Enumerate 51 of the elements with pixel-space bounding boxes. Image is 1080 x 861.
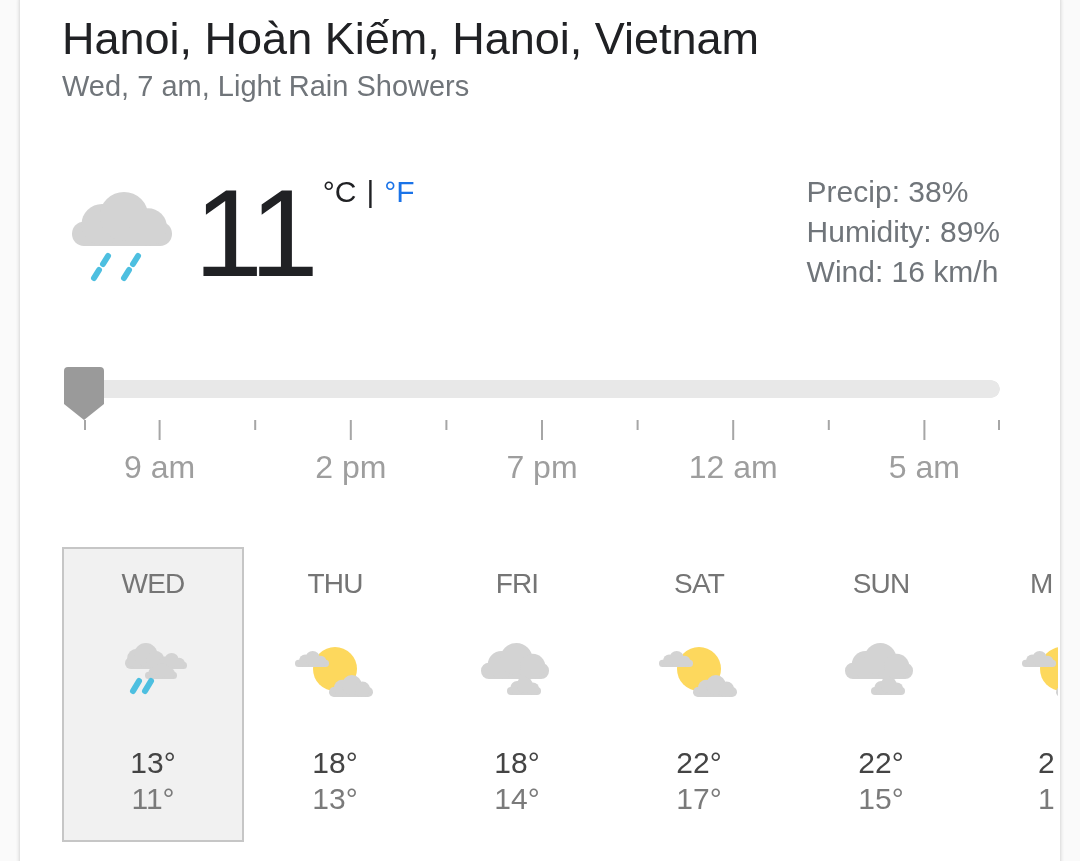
tick-mark bbox=[445, 420, 448, 430]
weather-detail: Wind: 16 km/h bbox=[806, 254, 999, 290]
high-temperature: 22° bbox=[676, 745, 722, 781]
tick-mark bbox=[998, 420, 1000, 430]
day-label: THU bbox=[307, 567, 363, 601]
tick-mark bbox=[158, 420, 161, 440]
low-temperature: 11° bbox=[131, 781, 175, 817]
day-card[interactable]: THU 18° 13° bbox=[244, 547, 426, 842]
high-temperature: 18° bbox=[312, 745, 358, 781]
temperature-value: 11 bbox=[194, 171, 315, 295]
tick-mark bbox=[254, 420, 257, 430]
tick-mark bbox=[349, 420, 352, 440]
low-temperature: 1 bbox=[1038, 781, 1055, 817]
hour-label: 7 pm bbox=[506, 449, 578, 485]
day-label: WED bbox=[121, 567, 185, 601]
tick-mark bbox=[541, 420, 543, 440]
hour-label: 9 am bbox=[124, 449, 196, 485]
tick-mark bbox=[732, 420, 735, 440]
day-card[interactable]: FRI 18° 14° bbox=[426, 547, 608, 842]
tick-mark bbox=[84, 420, 86, 430]
hour-label: 12 am bbox=[688, 449, 778, 485]
low-temperature: 17° bbox=[676, 781, 722, 817]
tick-mark bbox=[827, 420, 830, 430]
weather-detail: Precip: 38% bbox=[806, 174, 969, 210]
unit-separator: | bbox=[366, 175, 375, 209]
day-card[interactable]: SUN 22° 15° bbox=[790, 547, 972, 842]
day-label: SAT bbox=[674, 567, 724, 601]
day-label: M bbox=[1030, 567, 1053, 601]
high-temperature: 18° bbox=[494, 745, 540, 781]
tick-mark bbox=[636, 420, 639, 430]
hour-label: 5 am bbox=[888, 449, 960, 485]
conditions-subtitle: Wed, 7 am, Light Rain Showers bbox=[62, 69, 470, 103]
day-label: FRI bbox=[495, 567, 539, 601]
low-temperature: 13° bbox=[312, 781, 358, 817]
weather-detail: Humidity: 89% bbox=[806, 214, 1000, 250]
unit-option[interactable]: °C bbox=[322, 175, 357, 209]
low-temperature: 15° bbox=[858, 781, 904, 817]
day-card[interactable]: M 2 1 bbox=[972, 547, 1060, 842]
unit-option[interactable]: °F bbox=[384, 175, 415, 209]
tick-mark bbox=[923, 420, 926, 440]
slider-thumb[interactable] bbox=[64, 367, 104, 420]
high-temperature: 2 bbox=[1038, 745, 1055, 781]
location-title: Hanoi, Hoàn Kiếm, Hanoi, Vietnam bbox=[62, 13, 760, 65]
low-temperature: 14° bbox=[494, 781, 540, 817]
high-temperature: 22° bbox=[858, 745, 904, 781]
day-card[interactable]: WED 13° 11° bbox=[62, 547, 244, 842]
hour-label: 2 pm bbox=[315, 449, 387, 485]
day-label: SUN bbox=[852, 567, 910, 601]
day-card[interactable]: SAT 22° 17° bbox=[608, 547, 790, 842]
rain-cloud-icon bbox=[72, 190, 172, 282]
high-temperature: 13° bbox=[130, 745, 176, 781]
